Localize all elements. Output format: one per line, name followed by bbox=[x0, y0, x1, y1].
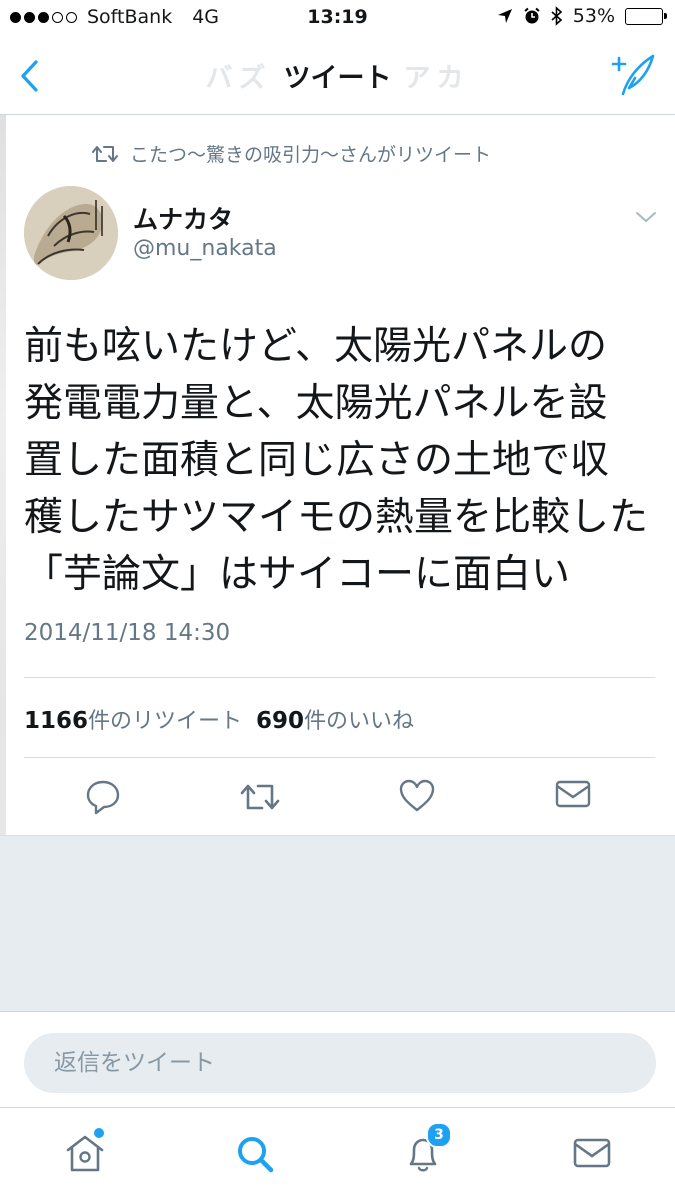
retweet-icon bbox=[92, 145, 118, 162]
tweet-actions bbox=[0, 770, 675, 826]
tab-notifications[interactable]: 3 bbox=[402, 1122, 452, 1180]
reply-bar bbox=[0, 1011, 675, 1108]
bluetooth-icon bbox=[551, 6, 562, 26]
tab-messages[interactable] bbox=[572, 1132, 612, 1180]
reply-input[interactable] bbox=[24, 1033, 656, 1093]
tweet-text-line: 置した面積と同じ広さの土地で収 bbox=[24, 438, 610, 483]
tab-home[interactable] bbox=[64, 1128, 106, 1180]
retweet-count-label: 件のリツイート bbox=[88, 709, 243, 734]
retweet-action-icon[interactable] bbox=[240, 778, 280, 816]
page-title: ツイート bbox=[283, 63, 392, 94]
divider bbox=[24, 677, 655, 678]
alarm-icon bbox=[524, 7, 540, 24]
home-new-dot bbox=[94, 1128, 104, 1138]
tweet-text: 前も呟いたけど、太陽光パネルの 発電電力量と、太陽光パネルを設 置した面積と同じ… bbox=[24, 318, 664, 603]
retweet-context-text: こたつ〜驚きの吸引力〜さんがリツイート bbox=[130, 144, 492, 166]
caret-down-icon[interactable] bbox=[635, 210, 657, 224]
compose-icon[interactable] bbox=[611, 52, 657, 98]
status-right: 53% bbox=[497, 5, 667, 27]
tweet-text-line: 発電電力量と、太陽光パネルを設 bbox=[24, 381, 608, 426]
notifications-badge: 3 bbox=[426, 1122, 452, 1148]
battery-percent: 53% bbox=[572, 5, 615, 27]
divider bbox=[24, 757, 655, 758]
search-icon bbox=[238, 1137, 274, 1173]
avatar[interactable] bbox=[24, 186, 118, 280]
status-bar: SoftBank 4G 13:19 53% bbox=[0, 0, 675, 40]
retweet-count-link[interactable]: 1166件のリツイート bbox=[24, 703, 242, 735]
retweet-context[interactable]: こたつ〜驚きの吸引力〜さんがリツイート bbox=[92, 140, 491, 167]
retweet-count: 1166 bbox=[24, 708, 89, 734]
messages-icon bbox=[573, 1138, 611, 1168]
tab-search[interactable] bbox=[234, 1132, 276, 1180]
nav-bar: バズ アカ ツイート bbox=[0, 40, 675, 115]
like-count-label: 件のいいね bbox=[304, 709, 415, 734]
like-count: 690 bbox=[256, 708, 305, 734]
tweet-text-line: 前も呟いたけど、太陽光パネルの bbox=[24, 324, 608, 369]
author-handle[interactable]: @mu_nakata bbox=[133, 236, 277, 261]
tweet-stats: 1166件のリツイート 690件のいいね bbox=[24, 703, 414, 735]
like-icon[interactable] bbox=[398, 778, 436, 814]
author-display-name[interactable]: ムナカタ bbox=[133, 200, 233, 236]
like-count-link[interactable]: 690件のいいね bbox=[256, 703, 414, 735]
empty-replies-area bbox=[0, 835, 675, 1012]
tab-bar: 3 bbox=[0, 1107, 675, 1201]
tweet-text-line: 穫したサツマイモの熱量を比較した bbox=[24, 495, 649, 540]
location-icon bbox=[497, 9, 512, 23]
tweet-text-line: 「芋論文」はサイコーに面白い bbox=[24, 552, 571, 597]
message-icon[interactable] bbox=[554, 778, 592, 810]
battery-icon bbox=[625, 7, 667, 25]
home-icon bbox=[66, 1135, 104, 1172]
tweet-timestamp: 2014/11/18 14:30 bbox=[24, 620, 231, 646]
reply-icon[interactable] bbox=[84, 778, 122, 816]
avatar-image bbox=[24, 186, 118, 280]
